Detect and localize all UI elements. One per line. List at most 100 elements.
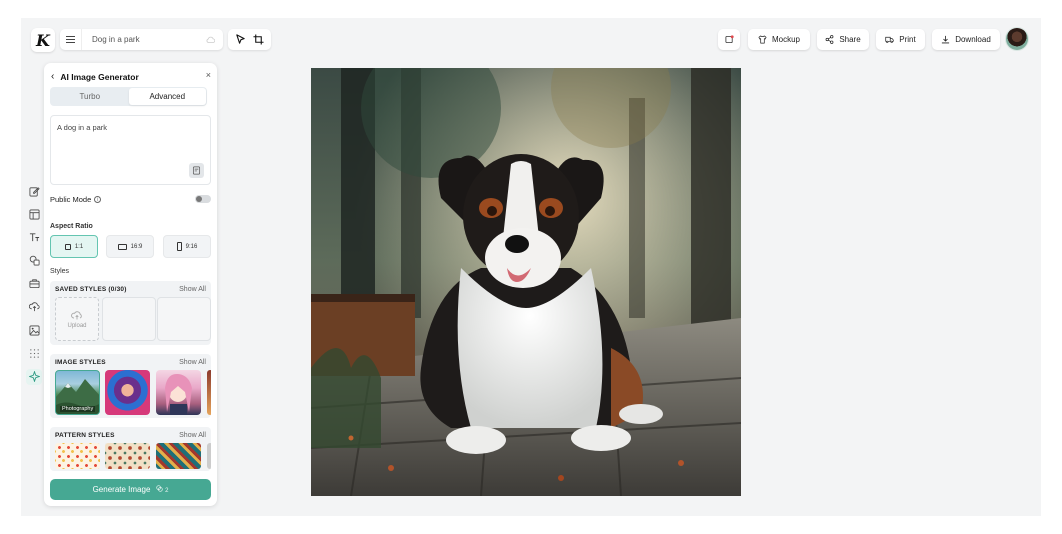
generate-image-button[interactable]: Generate Image 2 (50, 479, 211, 500)
credit-cost-value: 2 (165, 488, 169, 494)
print-label: Print (899, 35, 916, 44)
aspect-ratio-1-1[interactable]: 1:1 (50, 235, 98, 258)
cloud-sync-icon (203, 36, 217, 43)
prompt-textarea[interactable]: A dog in a park (50, 115, 211, 185)
mode-tabs: Turbo Advanced (50, 87, 207, 106)
briefcase-icon (29, 279, 39, 289)
layout-icon (29, 209, 39, 220)
panel-title: AI Image Generator (60, 71, 139, 82)
text-icon (29, 233, 39, 242)
saved-style-slot (157, 297, 211, 341)
aspect-ratio-label: Aspect Ratio (50, 223, 93, 230)
prompt-enhance-button[interactable] (189, 163, 204, 178)
rail-text[interactable] (26, 229, 42, 245)
image-styles-header: IMAGE STYLES Show All (55, 359, 206, 366)
print-button[interactable]: Print (876, 29, 925, 50)
search-bar[interactable]: Dog in a park (60, 29, 223, 50)
credits-icon (156, 485, 164, 492)
user-avatar[interactable] (1006, 28, 1028, 50)
pattern-ornament[interactable] (105, 443, 150, 469)
rail-uploads[interactable] (26, 299, 42, 315)
aspect-ratio-16-9[interactable]: 16:9 (106, 235, 154, 258)
canvas-artboard[interactable] (311, 68, 741, 496)
close-icon[interactable]: × (206, 70, 211, 80)
share-icon (825, 35, 834, 44)
select-tool-button[interactable] (233, 32, 249, 48)
credit-cost: 2 (156, 485, 168, 494)
style-photography-label: Photography (60, 406, 96, 412)
share-label: Share (839, 35, 861, 44)
tab-turbo[interactable]: Turbo (51, 88, 129, 105)
rail-ai-generator[interactable] (26, 368, 42, 385)
info-icon[interactable]: i (94, 196, 102, 203)
present-icon (724, 35, 734, 44)
saved-styles-header: SAVED STYLES (0/30) Show All (55, 286, 206, 293)
sparkle-icon (28, 371, 40, 382)
pattern-styles-show-all[interactable]: Show All (179, 432, 206, 439)
square-icon (64, 243, 71, 250)
cloud-upload-icon (71, 310, 82, 319)
edit-icon (29, 186, 40, 196)
cursor-icon (236, 34, 245, 44)
crop-tool-button[interactable] (250, 32, 266, 48)
back-icon[interactable]: ‹ (51, 71, 54, 82)
upload-style-button[interactable]: Upload (55, 297, 99, 341)
pattern-styles-section: PATTERN STYLES Show All (50, 427, 211, 471)
generate-label: Generate Image (92, 485, 151, 494)
download-label: Download (955, 35, 991, 44)
saved-styles-title: SAVED STYLES (0/30) (55, 286, 127, 293)
mockup-label: Mockup (771, 35, 800, 44)
pattern-styles-header: PATTERN STYLES Show All (55, 432, 206, 439)
panel-header: ‹ AI Image Generator (51, 71, 139, 82)
aspect-ratio-9-16[interactable]: 9:16 (163, 235, 211, 258)
tool-rail (26, 183, 42, 392)
logo-letter: K (36, 30, 50, 50)
shapes-icon (29, 255, 39, 266)
rail-elements[interactable] (26, 253, 42, 269)
style-photography[interactable]: Photography (55, 370, 100, 415)
portrait-icon (176, 242, 182, 251)
pattern-more[interactable] (207, 443, 211, 469)
public-mode-row: Public Mode i (50, 195, 211, 204)
public-mode-toggle[interactable] (195, 195, 211, 203)
truck-icon (885, 36, 894, 43)
download-button[interactable]: Download (932, 29, 1000, 50)
cloud-upload-icon (28, 302, 40, 312)
rail-photos[interactable] (26, 322, 42, 338)
rail-patterns[interactable] (26, 345, 42, 361)
canvas-tools (228, 29, 271, 50)
pattern-paisley[interactable] (156, 443, 201, 469)
download-icon (942, 35, 950, 44)
anime-portrait-image (165, 373, 192, 415)
prompt-text: A dog in a park (57, 123, 108, 132)
document-scan-icon (192, 166, 201, 175)
menu-icon[interactable] (60, 29, 82, 50)
generated-dog-image (311, 68, 741, 496)
style-more[interactable] (207, 370, 211, 415)
tab-advanced[interactable]: Advanced (128, 88, 206, 105)
share-button[interactable]: Share (817, 29, 869, 50)
image-styles-section: IMAGE STYLES Show All Photography (50, 354, 211, 418)
crop-icon (253, 34, 264, 45)
document-name-field[interactable]: Dog in a park (82, 35, 203, 44)
pattern-fruits[interactable] (55, 443, 100, 469)
saved-style-slot (102, 297, 156, 341)
image-icon (29, 325, 39, 336)
style-fantasy[interactable] (105, 370, 150, 415)
rail-templates[interactable] (26, 206, 42, 222)
present-button[interactable] (718, 29, 740, 50)
public-mode-label: Public Mode (50, 195, 92, 204)
rail-brand[interactable] (26, 276, 42, 292)
mockup-button[interactable]: Mockup (748, 29, 810, 50)
style-anime[interactable] (156, 370, 201, 415)
image-styles-show-all[interactable]: Show All (179, 359, 206, 366)
saved-styles-show-all[interactable]: Show All (179, 286, 206, 293)
aspect-ratio-16-9-label: 16:9 (130, 243, 143, 250)
styles-label: Styles (50, 268, 70, 275)
upload-label: Upload (67, 322, 87, 329)
aspect-ratio-1-1-label: 1:1 (74, 243, 84, 250)
saved-styles-section: SAVED STYLES (0/30) Show All Upload (50, 281, 211, 345)
app-logo[interactable]: K (31, 28, 55, 52)
rail-edit[interactable] (26, 183, 42, 199)
dots-grid-icon (29, 349, 39, 358)
